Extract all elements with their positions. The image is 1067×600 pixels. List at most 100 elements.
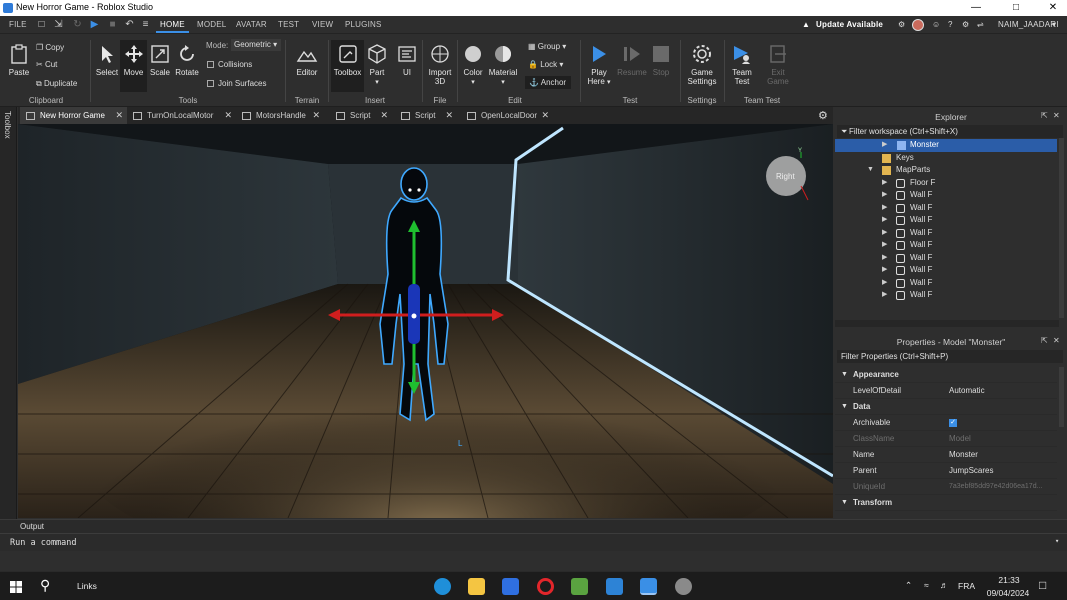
friends-icon[interactable]: ☺ (932, 20, 940, 29)
share-icon[interactable]: ⇌ (977, 20, 984, 29)
tab-script[interactable]: Script ✕ (395, 107, 457, 124)
tree-item-part[interactable]: ▶ Wall F (835, 227, 1057, 240)
menu-plugins[interactable]: PLUGINS (345, 20, 382, 29)
move-tool-button[interactable]: Move (120, 40, 147, 92)
tray-chevron-icon[interactable]: ⌃ (905, 580, 912, 591)
clock-date[interactable]: 09/04/2024 (984, 588, 1032, 598)
property-category-data[interactable]: ▼ Data (835, 399, 1057, 415)
roblox-studio-taskbar-icon[interactable] (640, 578, 657, 595)
tree-item-keys[interactable]: Keys (835, 152, 1057, 165)
undock-icon[interactable]: ⇱ (1041, 111, 1048, 120)
tree-item-monster[interactable]: ▶ Monster (835, 139, 1057, 152)
anchor-button[interactable]: ⚓ Anchor (525, 76, 571, 89)
close-tab-icon[interactable]: ✕ (115, 107, 123, 124)
stop-icon[interactable]: ■ (107, 19, 118, 30)
paste-button[interactable]: Paste (6, 43, 32, 77)
search-icon[interactable]: ⚲ (40, 577, 50, 594)
tab-turnonlocalmotor[interactable]: TurnOnLocalMotor ✕ (127, 107, 236, 124)
menu-test[interactable]: TEST (278, 20, 299, 29)
explorer-scrollbar[interactable] (1059, 138, 1064, 318)
menu-avatar[interactable]: AVATAR (236, 20, 267, 29)
settings-icon[interactable]: ⚙ (962, 20, 969, 29)
wifi-icon[interactable]: ≈ (924, 580, 929, 590)
property-row[interactable]: Parent JumpScares (835, 463, 1057, 479)
menu-view[interactable]: VIEW (312, 20, 333, 29)
material-button[interactable]: Material ▾ (488, 43, 518, 86)
tree-item-part[interactable]: ▶ Wall F (835, 252, 1057, 265)
opera-icon[interactable] (537, 578, 554, 595)
explorer-hscrollbar[interactable] (835, 320, 1059, 327)
menu-file[interactable]: FILE (9, 20, 27, 29)
archivable-checkbox[interactable]: ✓ (949, 419, 957, 427)
quick-access-dropdown-icon[interactable]: ≡ (140, 19, 151, 30)
mode-dropdown[interactable]: Geometric ▾ (231, 39, 281, 51)
scale-tool-button[interactable]: Scale (148, 43, 172, 77)
import-3d-button[interactable]: Import 3D (426, 43, 454, 86)
properties-filter-input[interactable]: Filter Properties (Ctrl+Shift+P) (837, 350, 1063, 363)
rotate-tool-button[interactable]: Rotate (174, 43, 200, 77)
play-here-button[interactable]: Play Here ▾ (584, 43, 614, 86)
close-tab-icon[interactable]: ✕ (224, 107, 232, 124)
properties-scrollbar[interactable] (1059, 367, 1064, 427)
join-surfaces-toggle[interactable]: Join Surfaces (207, 79, 266, 88)
property-category-transform[interactable]: ▼ Transform (835, 495, 1057, 511)
resume-button[interactable]: Resume (617, 43, 647, 77)
avatar[interactable] (912, 19, 924, 31)
minimize-button[interactable]: — (963, 0, 989, 16)
minecraft-icon[interactable] (571, 578, 588, 595)
tree-item-part[interactable]: ▶ Wall F (835, 289, 1057, 302)
undock-icon[interactable]: ⇱ (1041, 336, 1048, 345)
tree-item-part[interactable]: ▶ Wall F (835, 189, 1057, 202)
file-explorer-icon[interactable] (468, 578, 485, 595)
tab-script[interactable]: Script ✕ (330, 107, 392, 124)
store-icon[interactable] (502, 578, 519, 595)
windows-start-icon[interactable] (10, 581, 22, 593)
command-bar[interactable]: Run a command ▾ (0, 533, 1067, 551)
close-tab-icon[interactable]: ✕ (312, 107, 320, 124)
explorer-filter-input[interactable]: ⏷ Filter workspace (Ctrl+Shift+X) (837, 125, 1063, 138)
team-test-button[interactable]: Team Test (728, 43, 756, 86)
volume-icon[interactable]: ♬ (940, 580, 949, 590)
terrain-editor-button[interactable]: Editor (292, 43, 322, 77)
new-file-icon[interactable]: □ (36, 19, 47, 30)
tree-item-part[interactable]: ▶ Wall F (835, 277, 1057, 290)
notifications-icon[interactable]: ⚙ (898, 20, 905, 29)
output-panel-tab[interactable]: Output (0, 519, 1067, 533)
tree-item-part[interactable]: ▶ Floor F (835, 177, 1057, 190)
view-cube-label[interactable]: Right (776, 172, 795, 181)
group-button[interactable]: ▦ Group ▾ (528, 42, 566, 51)
collisions-toggle[interactable]: Collisions (207, 60, 252, 69)
close-tab-icon[interactable]: ✕ (445, 107, 453, 124)
part-button[interactable]: Part ▾ (366, 43, 388, 86)
tab-new-horror-game[interactable]: New Horror Game ✕ (20, 107, 127, 124)
tab-openlocaldoor[interactable]: OpenLocalDoor ✕ (461, 107, 553, 124)
close-panel-icon[interactable]: ✕ (1053, 111, 1060, 120)
select-tool-button[interactable]: Select (94, 43, 120, 77)
command-dropdown-icon[interactable]: ▾ (1055, 537, 1059, 545)
toolbox-side-tab[interactable]: Toolbox (3, 111, 12, 139)
collapse-ribbon-icon[interactable]: ▲ (802, 20, 810, 29)
ui-button[interactable]: UI (396, 43, 418, 77)
undo-icon[interactable]: ↶ (124, 19, 135, 30)
menu-model[interactable]: MODEL (197, 20, 226, 29)
close-panel-icon[interactable]: ✕ (1053, 336, 1060, 345)
language-indicator[interactable]: FRA (958, 581, 975, 591)
menu-home[interactable]: HOME (156, 20, 189, 33)
tab-motorshandle[interactable]: MotorsHandle ✕ (236, 107, 324, 124)
property-row[interactable]: LevelOfDetail Automatic (835, 383, 1057, 399)
viewport-settings-icon[interactable]: ⚙ (818, 109, 828, 122)
help-icon[interactable]: ? (948, 20, 953, 29)
notification-center-icon[interactable]: □ (1039, 578, 1046, 592)
property-row[interactable]: Name Monster (835, 447, 1057, 463)
open-file-icon[interactable]: ⇲ (53, 19, 64, 30)
tree-item-part[interactable]: ▶ Wall F (835, 264, 1057, 277)
play-icon[interactable]: ▶ (89, 19, 100, 30)
copy-button[interactable]: ❐ Copy (36, 43, 64, 52)
cut-button[interactable]: ✂ Cut (36, 60, 57, 69)
vscode-icon[interactable] (606, 578, 623, 595)
tree-item-part[interactable]: ▶ Wall F (835, 202, 1057, 215)
close-button[interactable]: ✕ (1040, 0, 1066, 16)
close-tab-icon[interactable]: ✕ (541, 107, 549, 124)
close-tab-icon[interactable]: ✕ (380, 107, 388, 124)
update-available-link[interactable]: Update Available (816, 20, 883, 29)
